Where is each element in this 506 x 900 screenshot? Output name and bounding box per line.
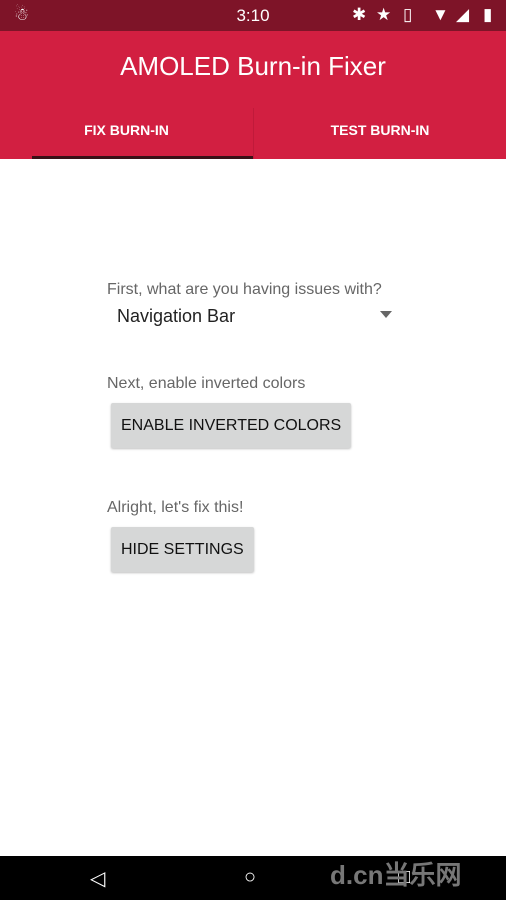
hide-settings-button[interactable]: HIDE SETTINGS: [111, 527, 254, 572]
vibrate-icon: ▯: [403, 5, 413, 24]
dropdown-arrow-icon[interactable]: [380, 311, 392, 318]
status-bar: ☃ 3:10 ✱ ★ ▯ ▼ ◢ ▮: [0, 0, 506, 31]
issue-select-value[interactable]: Navigation Bar: [117, 306, 235, 327]
app-bar: AMOLED Burn-in Fixer FIX BURN-IN TEST BU…: [0, 31, 506, 159]
tab-indicator: [32, 156, 253, 159]
invert-label: Next, enable inverted colors: [107, 375, 306, 392]
tab-fix-burn-in[interactable]: FIX BURN-IN: [0, 108, 253, 159]
wifi-icon: ▼: [432, 5, 449, 24]
battery-charging-icon: ▮: [483, 5, 493, 24]
fix-label: Alright, let's fix this!: [107, 499, 244, 516]
question-label: First, what are you having issues with?: [107, 281, 382, 298]
back-icon[interactable]: ◁: [90, 866, 105, 891]
signal-icon: ◢: [456, 5, 470, 24]
watermark: d.cn当乐网: [330, 860, 462, 890]
tab-test-burn-in[interactable]: TEST BURN-IN: [253, 108, 506, 159]
status-time: 3:10: [236, 6, 270, 25]
enable-inverted-colors-button[interactable]: ENABLE INVERTED COLORS: [111, 403, 352, 448]
home-icon[interactable]: ○: [244, 866, 256, 889]
star-icon: ★: [376, 5, 392, 24]
bluetooth-icon: ✱: [352, 5, 367, 24]
app-title: AMOLED Burn-in Fixer: [120, 51, 386, 81]
